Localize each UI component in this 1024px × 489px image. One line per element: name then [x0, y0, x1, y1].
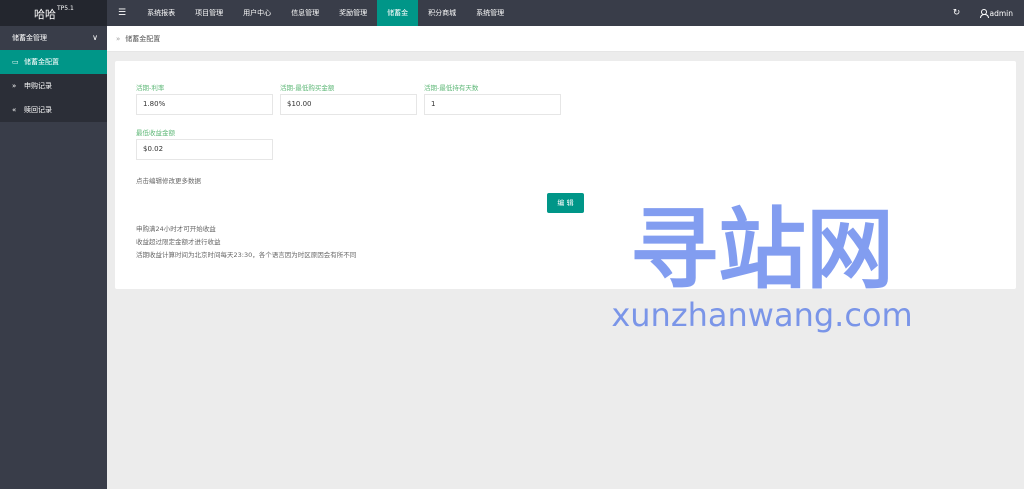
field-label: 最低收益金额: [136, 129, 175, 137]
user-icon: [979, 9, 989, 18]
field-min-days: 活期-最低持有天数 1: [424, 84, 561, 115]
nav-item-reports[interactable]: 系统报表: [137, 0, 185, 26]
sidebar-item-redeem-records[interactable]: « 赎回记录: [0, 98, 107, 122]
nav-item-points-mall[interactable]: 积分商城: [418, 0, 466, 26]
min-income-input[interactable]: $0.02: [136, 139, 273, 160]
logo-version: TP5.1: [57, 5, 74, 12]
edit-button[interactable]: 编 辑: [547, 193, 584, 213]
sidebar-item-label: 储蓄金配置: [24, 58, 59, 66]
rate-input[interactable]: 1.80%: [136, 94, 273, 115]
user-menu[interactable]: admin: [979, 8, 1014, 18]
note-line: 申购满24小时才可开始收益: [136, 225, 216, 233]
nav-item-projects[interactable]: 项目管理: [185, 0, 233, 26]
user-name: admin: [989, 8, 1014, 18]
note-line: 活期收益计算时间为北京时间每天23:30，各个语言因为时区原因会有所不同: [136, 251, 357, 259]
config-card: 活期-利率 1.80% 活期-最低购买金额 $10.00 活期-最低持有天数 1…: [115, 61, 1016, 289]
field-min-purchase: 活期-最低购买金额 $10.00: [280, 84, 417, 115]
nav-item-users[interactable]: 用户中心: [233, 0, 281, 26]
edit-hint: 点击编辑修改更多数据: [136, 177, 201, 185]
top-right: ↻ admin: [950, 0, 1024, 26]
breadcrumb-current: 储蓄金配置: [125, 34, 161, 43]
top-bar: 哈哈 TP5.1 ☰ 系统报表 项目管理 用户中心 信息管理 奖励管理 储蓄金 …: [0, 0, 1024, 26]
min-days-input[interactable]: 1: [424, 94, 561, 115]
min-purchase-input[interactable]: $10.00: [280, 94, 417, 115]
nav-item-savings[interactable]: 储蓄金: [377, 0, 419, 26]
top-nav: ☰ 系统报表 项目管理 用户中心 信息管理 奖励管理 储蓄金 积分商城 系统管理: [107, 0, 514, 26]
watermark-url: xunzhanwang.com: [612, 296, 912, 334]
menu-toggle-icon[interactable]: ☰: [107, 0, 137, 26]
sidebar-item-savings-config[interactable]: ▭ 储蓄金配置: [0, 50, 107, 74]
field-label: 活期-最低购买金额: [280, 84, 335, 92]
refresh-icon[interactable]: ↻: [950, 8, 964, 18]
field-label: 活期-最低持有天数: [424, 84, 479, 92]
sidebar: 储蓄金管理 ∨ ▭ 储蓄金配置 » 申购记录 « 赎回记录: [0, 26, 107, 489]
sidebar-item-purchase-records[interactable]: » 申购记录: [0, 74, 107, 98]
chevron-down-icon: ∨: [92, 33, 98, 42]
field-min-income: 最低收益金额 $0.02: [136, 129, 273, 160]
sidebar-group-savings[interactable]: 储蓄金管理 ∨: [0, 26, 107, 50]
field-rate: 活期-利率 1.80%: [136, 84, 273, 115]
nav-item-info[interactable]: 信息管理: [281, 0, 329, 26]
nav-item-rewards[interactable]: 奖励管理: [329, 0, 377, 26]
nav-item-system[interactable]: 系统管理: [466, 0, 514, 26]
logo-name: 哈哈: [34, 8, 56, 21]
double-right-icon: »: [12, 82, 17, 90]
sidebar-item-label: 赎回记录: [24, 106, 52, 114]
id-card-icon: ▭: [12, 58, 19, 66]
double-left-icon: «: [12, 106, 17, 114]
sidebar-group-label: 储蓄金管理: [12, 34, 47, 42]
note-line: 收益超过限定金额才进行收益: [136, 238, 221, 246]
field-label: 活期-利率: [136, 84, 165, 92]
breadcrumb: » 储蓄金配置: [107, 26, 1024, 52]
logo[interactable]: 哈哈 TP5.1: [0, 0, 107, 26]
sidebar-item-label: 申购记录: [24, 82, 52, 90]
double-right-icon: »: [116, 34, 121, 43]
